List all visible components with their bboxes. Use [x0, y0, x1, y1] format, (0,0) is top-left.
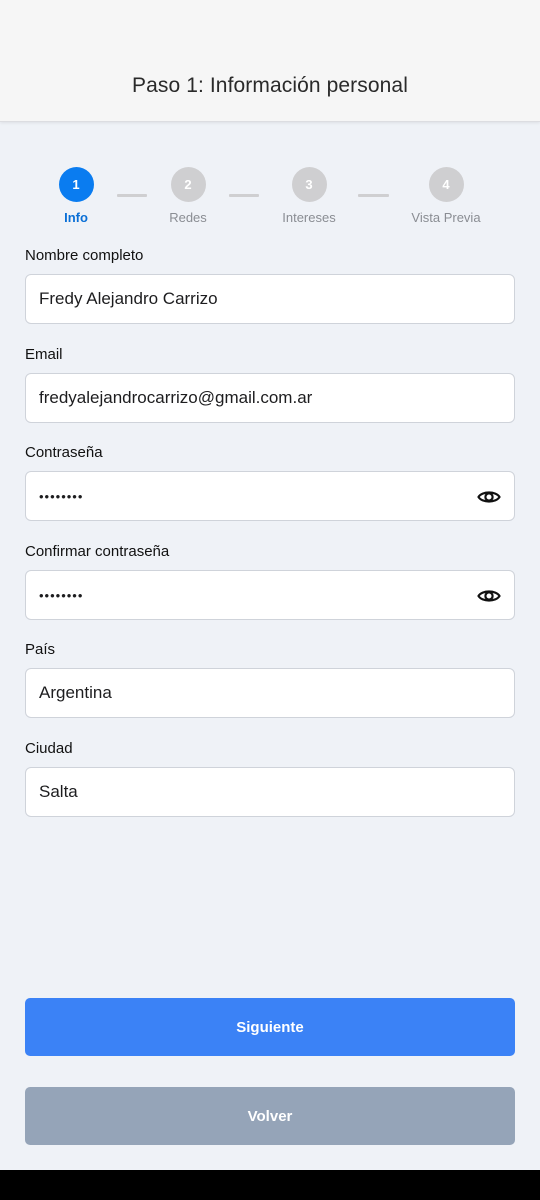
email-value: fredyalejandrocarrizo@gmail.com.ar — [39, 388, 313, 407]
city-input[interactable]: Salta — [25, 767, 515, 817]
confirm-password-group: Confirmar contraseña •••••••• — [25, 543, 515, 620]
password-label: Contraseña — [25, 444, 103, 461]
next-button[interactable]: Siguiente — [25, 998, 515, 1056]
step-label: Info — [64, 210, 88, 225]
email-input[interactable]: fredyalejandrocarrizo@gmail.com.ar — [25, 373, 515, 423]
step-label: Intereses — [282, 210, 336, 225]
email-label: Email — [25, 346, 63, 363]
page-title: Paso 1: Información personal — [132, 74, 408, 97]
step-number: 1 — [58, 167, 94, 202]
country-input[interactable]: Argentina — [25, 668, 515, 718]
step-info[interactable]: 1 Info — [26, 167, 126, 225]
password-value: •••••••• — [39, 488, 84, 504]
step-number: 4 — [428, 167, 464, 202]
step-redes[interactable]: 2 Redes — [138, 167, 238, 225]
full-name-input[interactable]: Fredy Alejandro Carrizo — [25, 274, 515, 324]
full-name-group: Nombre completo Fredy Alejandro Carrizo — [25, 247, 515, 324]
step-intereses[interactable]: 3 Intereses — [259, 167, 359, 225]
step-label: Redes — [169, 210, 207, 225]
step-vista-previa[interactable]: 4 Vista Previa — [396, 167, 496, 225]
app-header: Paso 1: Información personal — [0, 0, 540, 122]
screen: Paso 1: Información personal 1 Info 2 Re… — [0, 0, 540, 1200]
city-group: Ciudad Salta — [25, 740, 515, 817]
progress-stepper: 1 Info 2 Redes 3 Intereses 4 Vista Previ… — [0, 167, 540, 227]
confirm-password-label: Confirmar contraseña — [25, 543, 170, 560]
country-value: Argentina — [39, 683, 112, 702]
confirm-password-value: •••••••• — [39, 587, 84, 603]
full-name-value: Fredy Alejandro Carrizo — [39, 289, 218, 308]
system-navigation-bar — [0, 1170, 540, 1200]
city-label: Ciudad — [25, 740, 73, 757]
full-name-label: Nombre completo — [25, 247, 144, 264]
eye-icon[interactable] — [477, 585, 501, 607]
step-connector — [358, 194, 389, 197]
confirm-password-input[interactable]: •••••••• — [25, 570, 515, 620]
email-group: Email fredyalejandrocarrizo@gmail.com.ar — [25, 346, 515, 423]
password-group: Contraseña •••••••• — [25, 444, 515, 521]
back-button[interactable]: Volver — [25, 1087, 515, 1145]
country-label: País — [25, 641, 56, 658]
city-value: Salta — [39, 782, 78, 801]
eye-icon[interactable] — [477, 486, 501, 508]
password-input[interactable]: •••••••• — [25, 471, 515, 521]
step-label: Vista Previa — [411, 210, 481, 225]
step-number: 3 — [291, 167, 327, 202]
country-group: País Argentina — [25, 641, 515, 718]
step-number: 2 — [170, 167, 206, 202]
